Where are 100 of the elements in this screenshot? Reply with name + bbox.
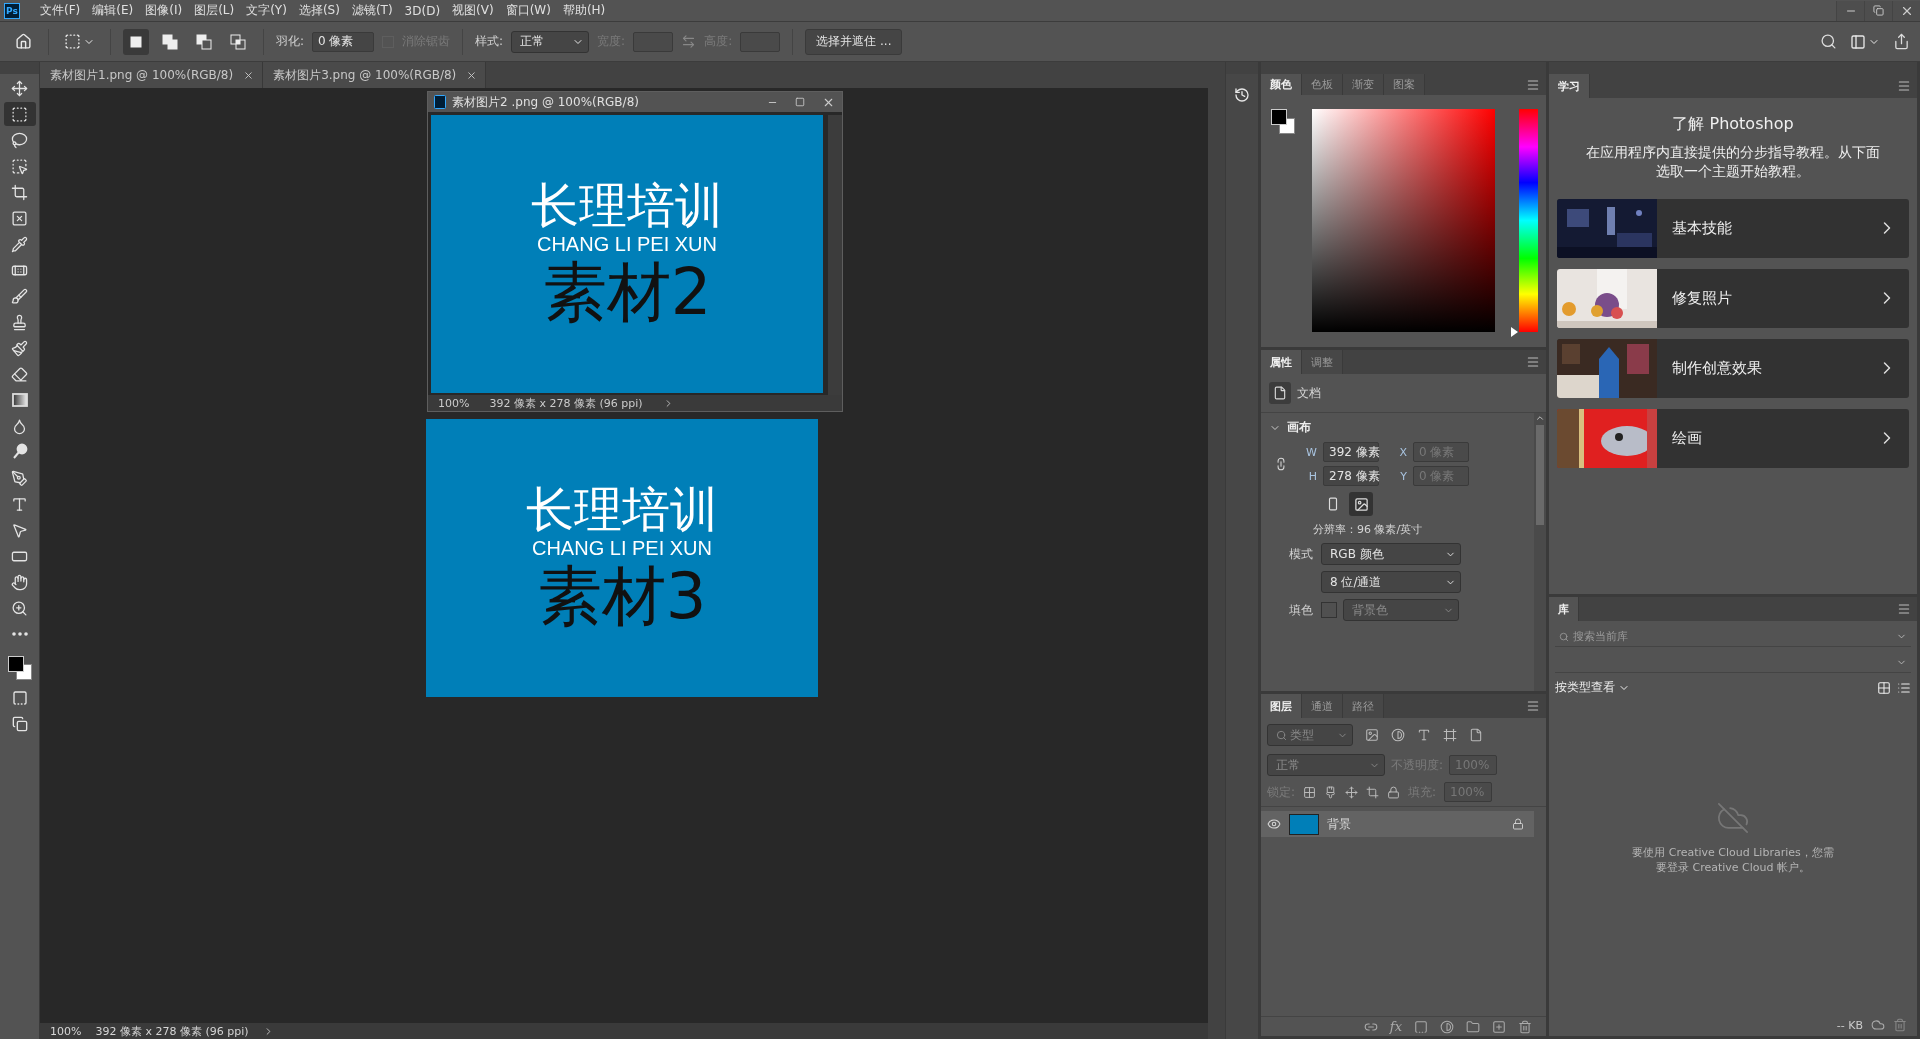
menu-item[interactable]: 图像(I) [139, 2, 189, 19]
menu-item[interactable]: 窗口(W) [499, 2, 557, 19]
mask-icon[interactable] [1414, 1019, 1428, 1034]
fill-swatch[interactable] [1321, 602, 1337, 618]
crop-icon[interactable] [1366, 785, 1380, 799]
app-logo: Ps [4, 2, 20, 19]
panel-tab[interactable]: 色板 [1302, 74, 1343, 95]
folder-icon[interactable] [1466, 1019, 1480, 1034]
style-select[interactable]: 正常 [511, 30, 590, 53]
grid-view-icon[interactable] [1877, 680, 1891, 695]
menu-item[interactable]: 文字(Y) [240, 2, 293, 19]
crop-icon [11, 183, 28, 201]
panel-tab[interactable]: 路径 [1343, 694, 1384, 718]
panel-tab[interactable]: 渐变 [1343, 74, 1384, 95]
trash-icon[interactable] [1893, 1018, 1907, 1032]
image-icon[interactable] [1365, 728, 1379, 742]
eraser-icon [11, 365, 28, 383]
transform-icon[interactable] [1443, 728, 1457, 742]
menu-icon[interactable] [1526, 355, 1540, 369]
menu-item[interactable]: 视图(V) [446, 2, 500, 19]
width-field[interactable] [633, 31, 674, 52]
close-button[interactable] [1892, 0, 1920, 21]
panel-tab[interactable]: 库 [1549, 597, 1579, 621]
menu-item[interactable]: 选择(S) [292, 2, 346, 19]
zoom-level[interactable]: 100% [50, 1024, 82, 1038]
menu-icon[interactable] [1897, 602, 1911, 616]
half-circle-icon[interactable] [1391, 728, 1405, 742]
panel-tab[interactable]: 图案 [1384, 74, 1425, 95]
scrollbar[interactable] [1534, 413, 1546, 691]
select-and-mask-button[interactable]: 选择并遮住 ... [805, 28, 903, 55]
topic-card[interactable]: 绘画 [1557, 408, 1909, 468]
lock-icon[interactable] [1512, 818, 1524, 830]
topic-card[interactable]: 修复照片 [1557, 268, 1909, 328]
file-icon[interactable] [1469, 728, 1483, 742]
menu-icon[interactable] [1526, 699, 1540, 713]
checker-icon[interactable] [1303, 785, 1317, 799]
menu-icon[interactable] [1897, 79, 1911, 93]
panel-tab[interactable]: 学习 [1549, 74, 1590, 98]
topic-card[interactable]: 基本技能 [1557, 198, 1909, 258]
half-circle-icon[interactable] [1440, 1019, 1454, 1034]
type-icon[interactable] [1417, 728, 1431, 742]
mode-select[interactable]: RGB 颜色 [1321, 543, 1461, 565]
color-field[interactable] [1312, 109, 1495, 332]
link-icon[interactable] [1274, 457, 1288, 471]
eye-icon[interactable] [1267, 817, 1281, 831]
menu-item[interactable]: 图层(L) [188, 2, 241, 19]
section-header: 画布 [1287, 419, 1311, 436]
pen-icon [11, 469, 28, 487]
feather-field[interactable]: 0 像素 [312, 31, 375, 52]
panel-tab[interactable]: 属性 [1261, 350, 1302, 374]
scrollbar[interactable] [828, 115, 842, 395]
topic-card[interactable]: 制作创意效果 [1557, 338, 1909, 398]
panel-tab[interactable]: 颜色 [1261, 74, 1302, 95]
brush-icon[interactable] [1324, 785, 1338, 799]
search-icon[interactable] [1820, 33, 1837, 50]
frame-icon [11, 209, 28, 227]
panel-tab[interactable]: 通道 [1302, 694, 1343, 718]
document-tab[interactable]: 素材图片3.png @ 100%(RGB/8) [263, 62, 487, 88]
fx-label[interactable]: fx [1389, 1019, 1402, 1034]
landscape-button[interactable] [1349, 492, 1373, 516]
trash-icon[interactable] [1518, 1019, 1532, 1034]
menu-item[interactable]: 滤镜(T) [345, 2, 399, 19]
menu-item[interactable]: 3D(D) [398, 3, 447, 18]
height-field[interactable]: 278 像素 [1323, 466, 1379, 486]
lock-icon[interactable] [1387, 785, 1401, 799]
view-by-type-dropdown[interactable]: 按类型查看 [1555, 679, 1630, 696]
document-icon [434, 95, 446, 109]
menu-item[interactable]: 帮助(H) [556, 2, 612, 19]
scrollbar-thumb[interactable] [1536, 425, 1544, 525]
canvas-scrollbar[interactable] [1208, 62, 1225, 1039]
slider-thumb[interactable] [1511, 327, 1518, 337]
selection-mode-button[interactable] [123, 28, 149, 55]
search-icon [1276, 729, 1287, 741]
new-layer-icon[interactable] [1492, 1019, 1506, 1034]
document-tab[interactable]: 素材图片1.png @ 100%(RGB/8) [40, 62, 264, 88]
menu-icon[interactable] [1526, 77, 1540, 92]
menu-item[interactable]: 编辑(E) [86, 2, 140, 19]
panel-tab[interactable]: 图层 [1261, 694, 1302, 718]
pointer-icon [11, 521, 28, 539]
width-field[interactable]: 392 像素 [1323, 442, 1379, 462]
tool-button[interactable] [3, 102, 36, 126]
cloud-icon[interactable] [1871, 1018, 1885, 1032]
zoom-level[interactable]: 100% [438, 396, 470, 410]
list-view-icon[interactable] [1897, 680, 1911, 695]
document-button[interactable] [1269, 382, 1291, 404]
move-icon[interactable] [1345, 785, 1359, 799]
panel-tab[interactable]: 调整 [1302, 350, 1343, 374]
close-icon [466, 69, 478, 81]
restore-button[interactable] [1864, 0, 1892, 21]
layer-row[interactable]: 背景 [1261, 811, 1534, 837]
share-icon[interactable] [1893, 33, 1910, 50]
document-icon [1273, 386, 1287, 400]
minimize-button[interactable] [1836, 0, 1864, 21]
height-field[interactable] [740, 31, 781, 52]
mode-label: 模式 [1289, 545, 1314, 563]
depth-select[interactable]: 8 位/通道 [1321, 571, 1461, 593]
swap-icon[interactable] [681, 34, 697, 49]
style-label: 样式: [475, 33, 504, 50]
menu-item[interactable]: 文件(F) [34, 2, 87, 19]
stamp-icon [11, 313, 28, 331]
